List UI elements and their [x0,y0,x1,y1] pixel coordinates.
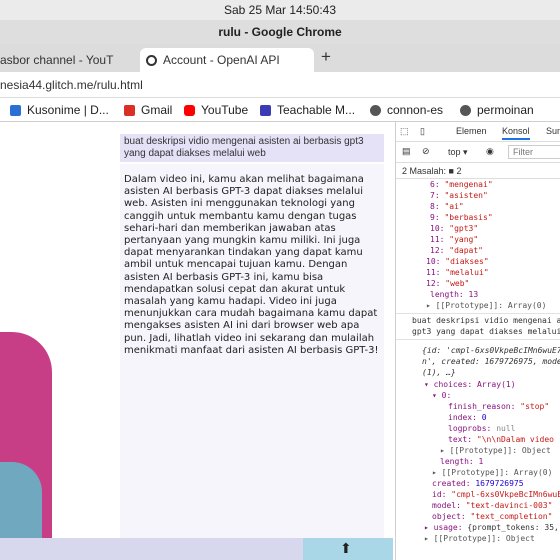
response-object-summary: (1), …} [422,368,456,377]
device-toolbar-icon[interactable]: ▯ [420,126,425,137]
globe-icon [460,104,471,116]
bookmark-permoinan[interactable]: permoinan [460,98,534,122]
choice-zero-toggle[interactable]: ▾ 0: [432,390,451,401]
id-field: id: "cmpl-6xs0VkpeBcIMn6wuE [432,490,560,499]
tab-youtube-channel[interactable]: asbor channel - YouT [0,48,136,72]
arrow-up-icon: ⬆ [340,540,352,556]
array-item: 11: "melalui" [426,268,489,277]
array-item: 10: "diakses" [426,257,489,266]
eye-icon[interactable]: ◉ [486,146,494,157]
filter-input[interactable]: Filter [508,145,560,159]
gmail-icon [124,104,135,116]
array-item: 6: "mengenai" [430,180,493,189]
console-toolbar: ▤ ⊘ top ▾ ◉ Filter [396,142,560,163]
array-item: 12: "web" [426,279,470,288]
model-field: model: "text-davinci-003" [432,501,553,510]
response-object-summary: n', created: 1679726975, mode [422,357,560,366]
console-separator [396,313,560,314]
inspect-icon[interactable]: ⬚ [400,126,409,137]
tab-label: Account - OpenAI API [163,53,280,67]
address-bar-url: nesia44.glitch.me/rulu.html [0,78,143,92]
window-title: rulu - Google Chrome [218,25,342,39]
array-length: length: 13 [430,290,479,299]
clear-console-icon[interactable]: ⊘ [422,146,430,157]
youtube-icon [184,104,195,116]
created-field: created: 1679726975 [432,479,524,488]
object-prototype[interactable]: ▸ [[Prototype]]: Object [440,445,551,456]
anime-character-shirt [0,462,42,542]
tab-strip: asbor channel - YouT Account - OpenAI AP… [0,44,560,72]
window-title-bar: rulu - Google Chrome [0,20,560,44]
choice-index: index: 0 [448,413,487,422]
answer-text: Dalam video ini, kamu akan melihat bagai… [120,164,384,538]
issues-counter[interactable]: 2 Masalah: ■ 2 [396,163,560,179]
web-page: buat deskripsi vidio mengenai asisten ai… [0,122,393,560]
response-object-summary[interactable]: {id: 'cmpl-6xs0VkpeBcIMn6wuE7 [422,345,560,356]
choices-toggle[interactable]: ▾ choices: Array(1) [424,379,516,390]
address-bar[interactable]: nesia44.glitch.me/rulu.html [0,72,560,98]
openai-icon [146,55,157,66]
array-item: 10: "gpt3" [430,224,479,233]
array-item: 8: "ai" [430,202,464,211]
usage-field[interactable]: ▸ usage: {prompt_tokens: 35, [424,522,559,533]
bookmark-youtube[interactable]: YouTube [184,98,248,122]
object-prototype[interactable]: ▸ [[Prototype]]: Object [424,533,535,544]
system-clock[interactable]: Sab 25 Mar 14:50:43 [224,3,336,17]
bookmark-kusonime[interactable]: Kusonime | D... [10,98,109,122]
teachable-icon [260,104,271,116]
bookmark-gmail[interactable]: Gmail [124,98,172,122]
console-log-text: gpt3 yang dapat diakses melalui [412,327,560,336]
console-output: 6: "mengenai" 7: "asisten" 8: "ai" 9: "b… [396,179,560,560]
prompt-text: buat deskripsi vidio mengenai asisten ai… [120,134,384,162]
array-prototype[interactable]: ▸ [[Prototype]]: Array(0) [426,300,546,311]
array-item: 12: "dapat" [430,246,483,255]
array-item: 9: "berbasis" [430,213,493,222]
kusonime-icon [10,104,21,116]
logprobs: logprobs: null [448,424,516,433]
tab-console[interactable]: Konsol [502,126,530,140]
array-item: 11: "yang" [430,235,479,244]
bookmark-teachable[interactable]: Teachable M... [260,98,355,122]
array-item: 7: "asisten" [430,191,488,200]
context-select[interactable]: top ▾ [448,147,468,158]
object-field: object: "text_completion" [432,512,553,521]
console-log-text: buat deskripsi vidio mengenai a [412,316,560,325]
tab-elements[interactable]: Elemen [456,126,487,136]
choice-text: text: "\n\nDalam video [448,435,554,444]
bookmark-connon-es[interactable]: connon-es [370,98,443,122]
tab-openai-account[interactable]: Account - OpenAI API [140,48,314,72]
devtools-panel: ⬚ ▯ Elemen Konsol Sum ▤ ⊘ top ▾ ◉ Filter… [395,122,560,560]
bookmarks-bar: Kusonime | D... Gmail YouTube Teachable … [0,98,560,122]
console-separator [396,339,560,340]
new-tab-button[interactable]: + [316,46,336,68]
finish-reason: finish_reason: "stop" [448,402,550,411]
array-prototype[interactable]: ▸ [[Prototype]]: Array(0) [432,467,552,478]
sidebar-toggle-icon[interactable]: ▤ [402,146,411,157]
choices-length: length: 1 [440,457,484,466]
globe-icon [370,104,381,116]
system-top-bar: Sab 25 Mar 14:50:43 [0,0,560,20]
tab-sources[interactable]: Sum [546,126,560,136]
devtools-tab-bar: ⬚ ▯ Elemen Konsol Sum [396,122,560,142]
